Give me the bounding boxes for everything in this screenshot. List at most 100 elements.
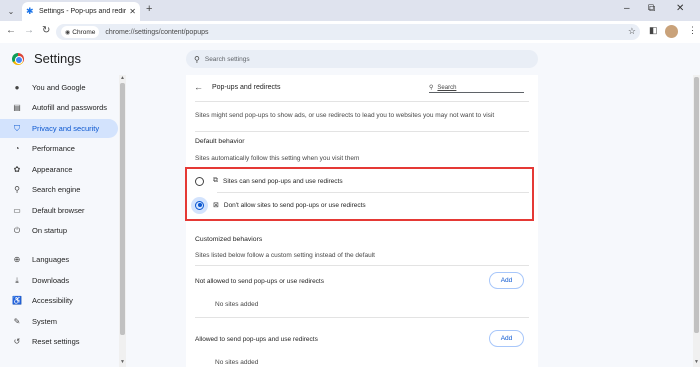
sidebar-item-autofill[interactable]: ▤ Autofill and passwords [0, 98, 118, 117]
default-behavior-subtitle: Sites automatically follow this setting … [195, 155, 360, 162]
sidebar-item-performance[interactable]: ◔ Performance [0, 139, 118, 158]
back-arrow-icon[interactable]: ← [194, 82, 203, 92]
sidebar-item-default-browser[interactable]: ▭ Default browser [0, 201, 118, 220]
search-placeholder: Search settings [204, 55, 250, 63]
search-icon: ⚲ [429, 85, 434, 91]
restore-button[interactable]: ⧉ [648, 3, 655, 14]
settings-search-input[interactable]: ⚲ Search settings [186, 50, 538, 68]
sidebar-item-label: On startup [32, 226, 68, 235]
divider [195, 131, 529, 132]
sidebar-scroll-thumb[interactable] [120, 83, 125, 335]
menu-kebab-icon[interactable]: ⋮ [688, 25, 697, 36]
sidebar-item-label: You and Google [32, 83, 86, 92]
sidebar-item-label: System [32, 317, 58, 326]
site-info-chip[interactable]: ◉ Chrome [61, 26, 100, 38]
sidebar-item-system[interactable]: ✎ System [0, 312, 118, 331]
chrome-icon: ◉ [65, 29, 71, 36]
sidebar-item-privacy[interactable]: ⛉ Privacy and security [0, 119, 118, 138]
sidebar-item-on-startup[interactable]: ⏻ On startup [0, 221, 118, 240]
card-title: Pop-ups and redirects [212, 84, 281, 91]
address-bar[interactable]: ◉ Chrome chrome://settings/content/popup… [56, 24, 640, 40]
sidebar-item-reset-settings[interactable]: ↺ Reset settings [0, 332, 118, 351]
tab-settings[interactable]: ✱ Settings - Pop-ups and redirect ✕ [22, 2, 140, 21]
sidebar-item-label: Accessibility [32, 296, 73, 305]
description-text: Sites might send pop-ups to show ads, or… [195, 112, 495, 119]
palette-icon: ✿ [13, 165, 21, 174]
url-text[interactable]: chrome://settings/content/popups [105, 29, 208, 36]
divider [217, 192, 529, 193]
forward-arrow-icon[interactable]: → [24, 25, 34, 36]
scroll-down-arrow-icon[interactable]: ▼ [120, 359, 125, 365]
tab-title: Settings - Pop-ups and redirect [39, 8, 127, 15]
search-icon: ⚲ [194, 54, 200, 64]
option-allow-popups[interactable]: ⧉ Sites can send pop-ups and use redirec… [195, 171, 525, 191]
chrome-logo-icon [12, 53, 24, 65]
sidebar-item-label: Search engine [32, 185, 81, 194]
allowed-list-label: Allowed to send pop-ups and use redirect… [195, 336, 318, 343]
browser-toolbar: ← → ↻ ◉ Chrome chrome://settings/content… [0, 21, 700, 43]
sidebar-item-label: Autofill and passwords [32, 103, 108, 112]
scroll-up-arrow-icon[interactable]: ▲ [120, 75, 125, 81]
search-icon: ⚲ [14, 185, 20, 194]
card-header: ← Pop-ups and redirects ⚲ Search [186, 75, 538, 101]
radio-block[interactable] [195, 200, 204, 210]
popups-settings-card: ← Pop-ups and redirects ⚲ Search Sites m… [186, 75, 538, 367]
divider [195, 101, 529, 102]
option-label: Don't allow sites to send pop-ups or use… [223, 201, 366, 209]
clipboard-icon: ▤ [13, 103, 21, 112]
sidebar: ● You and Google ▤ Autofill and password… [0, 75, 120, 367]
page-scrollbar[interactable]: ▼ [693, 75, 700, 367]
chip-label: Chrome [72, 28, 96, 36]
settings-gear-icon: ✱ [26, 6, 34, 16]
settings-header: Settings ⚲ Search settings [0, 43, 700, 75]
tab-search-chevron-icon[interactable]: ⌄ [4, 4, 18, 18]
allowed-empty-text: No sites added [215, 359, 259, 366]
page-title: Settings [34, 51, 81, 66]
sidebar-item-label: Appearance [32, 165, 73, 174]
profile-avatar[interactable] [665, 25, 678, 38]
divider [195, 317, 529, 318]
option-block-popups[interactable]: ⊠ Don't allow sites to send pop-ups or u… [191, 195, 525, 215]
window-close-button[interactable]: ✕ [676, 3, 684, 14]
reset-icon: ↺ [13, 337, 21, 346]
minimize-button[interactable]: – [624, 3, 630, 14]
customized-behaviors-subtitle: Sites listed below follow a custom setti… [195, 252, 375, 259]
page-scroll-thumb[interactable] [694, 77, 699, 333]
browser-icon: ▭ [13, 206, 21, 215]
sidebar-scrollbar[interactable]: ▲ ▼ [119, 75, 126, 367]
popup-blocked-icon: ⊠ [213, 202, 219, 209]
reload-icon[interactable]: ↻ [42, 25, 50, 36]
scroll-down-arrow-icon[interactable]: ▼ [694, 359, 699, 365]
card-search-input[interactable]: ⚲ Search [429, 83, 524, 93]
sidebar-item-appearance[interactable]: ✿ Appearance [0, 160, 118, 179]
blocked-empty-text: No sites added [215, 301, 259, 308]
card-search-placeholder: Search [437, 84, 457, 91]
back-arrow-icon[interactable]: ← [6, 25, 16, 36]
add-blocked-site-button[interactable]: Add [489, 272, 524, 289]
accessibility-icon: ♿ [12, 296, 22, 305]
sidebar-item-downloads[interactable]: ⤓ Downloads [0, 271, 118, 290]
tab-strip: ⌄ ✱ Settings - Pop-ups and redirect ✕ + … [0, 0, 700, 21]
shield-icon: ⛉ [14, 123, 20, 133]
tab-close-icon[interactable]: ✕ [129, 7, 136, 16]
sidebar-item-label: Languages [32, 255, 70, 264]
sidebar-item-accessibility[interactable]: ♿ Accessibility [0, 291, 118, 310]
person-icon: ● [14, 83, 20, 92]
customized-behaviors-heading: Customized behaviors [195, 236, 263, 243]
wrench-icon: ✎ [13, 317, 21, 326]
sidebar-item-label: Performance [32, 144, 75, 153]
new-tab-button[interactable]: + [146, 3, 152, 15]
bookmark-star-icon[interactable]: ☆ [628, 26, 636, 37]
sidebar-item-label: Default browser [32, 206, 85, 215]
sidebar-item-languages[interactable]: ⊕ Languages [0, 250, 118, 269]
sidebar-item-label: Reset settings [32, 337, 80, 346]
sidebar-item-label: Privacy and security [32, 124, 100, 133]
side-panel-icon[interactable]: ◧ [649, 25, 658, 36]
radio-allow[interactable] [195, 176, 204, 186]
open-in-new-icon: ⧉ [213, 177, 218, 184]
sidebar-item-you-and-google[interactable]: ● You and Google [0, 78, 118, 97]
speedometer-icon: ◔ [14, 144, 20, 153]
add-allowed-site-button[interactable]: Add [489, 330, 524, 347]
sidebar-item-search-engine[interactable]: ⚲ Search engine [0, 180, 118, 199]
blocked-list-label: Not allowed to send pop-ups or use redir… [195, 278, 324, 285]
